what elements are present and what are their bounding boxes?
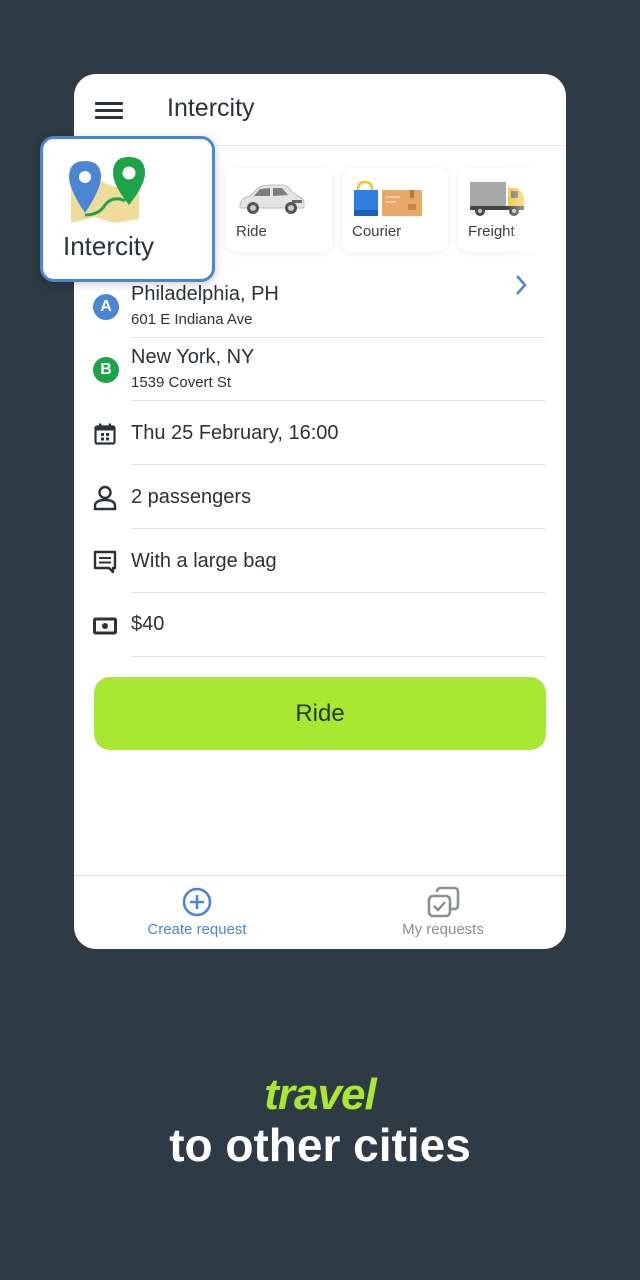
nav-label: Create request <box>147 921 247 938</box>
plus-circle-icon <box>182 887 212 917</box>
category-ride[interactable]: Ride <box>226 168 332 252</box>
to-address: 1539 Covert St <box>131 374 232 391</box>
page-title: Intercity <box>167 94 255 122</box>
hamburger-menu-icon[interactable] <box>95 102 123 120</box>
divider <box>131 656 545 657</box>
passengers-row[interactable]: 2 passengers <box>74 465 566 529</box>
category-label: Intercity <box>63 231 155 261</box>
bottom-navigation: Create request My requests <box>74 875 566 949</box>
carousel-fade <box>506 152 566 282</box>
category-label: Courier <box>352 223 402 240</box>
point-a-badge: A <box>93 294 119 320</box>
car-icon <box>239 184 305 214</box>
tagline-highlight: travel <box>264 1070 376 1119</box>
nav-create-request[interactable]: Create request <box>74 876 320 949</box>
category-courier[interactable]: Courier <box>342 168 448 252</box>
nav-my-requests[interactable]: My requests <box>320 876 566 949</box>
route-from[interactable]: A Philadelphia, PH 601 E Indiana Ave <box>74 275 566 338</box>
tagline-text: to other cities <box>169 1119 471 1171</box>
price-value: $40 <box>131 613 165 635</box>
map-pins-icon <box>69 157 145 223</box>
person-icon <box>93 485 117 511</box>
to-city: New York, NY <box>131 346 255 368</box>
comment-row[interactable]: With a large bag <box>74 529 566 593</box>
comment-icon <box>93 550 117 574</box>
category-label: Ride <box>236 223 267 240</box>
package-icon <box>354 180 422 216</box>
cash-icon <box>93 617 117 635</box>
nav-label: My requests <box>402 921 484 938</box>
point-b-badge: B <box>93 357 119 383</box>
price-row[interactable]: $40 <box>74 593 566 657</box>
comment-value: With a large bag <box>131 550 277 572</box>
calendar-icon <box>94 423 116 445</box>
from-address: 601 E Indiana Ave <box>131 311 253 328</box>
passengers-value: 2 passengers <box>131 486 252 508</box>
datetime-value: Thu 25 February, 16:00 <box>131 422 339 444</box>
route-to[interactable]: B New York, NY 1539 Covert St <box>74 338 566 401</box>
stacked-check-icon <box>427 886 460 918</box>
category-intercity-selected[interactable]: Intercity <box>40 136 215 282</box>
datetime-row[interactable]: Thu 25 February, 16:00 <box>74 401 566 465</box>
ride-button[interactable]: Ride <box>94 677 546 750</box>
from-city: Philadelphia, PH <box>131 283 279 305</box>
